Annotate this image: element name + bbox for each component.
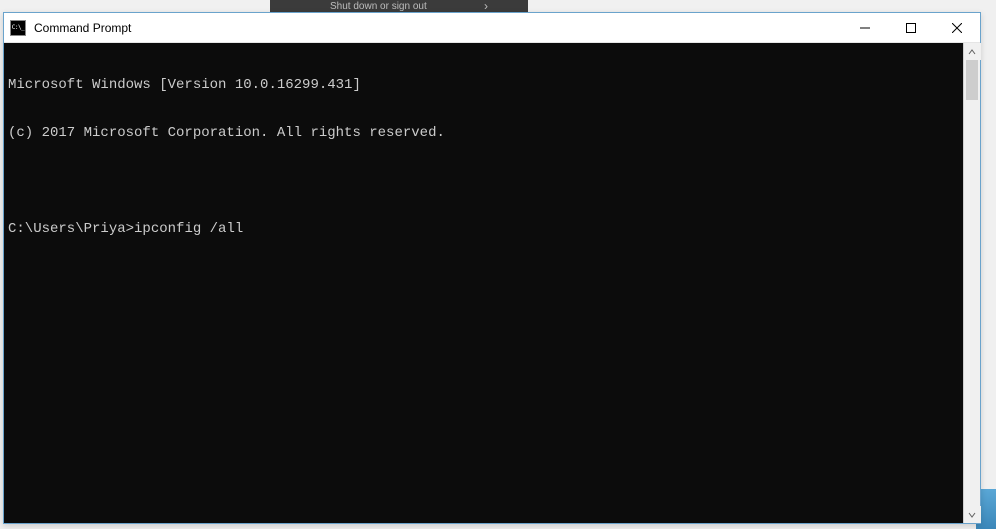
cmd-icon (10, 20, 26, 36)
minimize-button[interactable] (842, 13, 888, 42)
terminal-prompt: C:\Users\Priya> (8, 221, 134, 237)
titlebar[interactable]: Command Prompt (4, 13, 980, 43)
terminal-command: ipconfig /all (134, 221, 243, 237)
command-prompt-window: Command Prompt Microsoft Windows [Versio… (3, 12, 981, 524)
window-controls (842, 13, 980, 42)
terminal-blank-line (8, 173, 959, 189)
client-area: Microsoft Windows [Version 10.0.16299.43… (4, 43, 980, 523)
terminal-line: (c) 2017 Microsoft Corporation. All righ… (8, 125, 959, 141)
background-start-menu-item: Shut down or sign out › (270, 0, 528, 12)
window-title: Command Prompt (34, 21, 131, 35)
background-menu-label: Shut down or sign out (330, 1, 427, 12)
terminal-output[interactable]: Microsoft Windows [Version 10.0.16299.43… (4, 43, 963, 523)
scroll-up-button[interactable] (964, 43, 981, 60)
close-button[interactable] (934, 13, 980, 42)
scrollbar-thumb[interactable] (966, 60, 978, 100)
vertical-scrollbar[interactable] (963, 43, 980, 523)
terminal-line: Microsoft Windows [Version 10.0.16299.43… (8, 77, 959, 93)
maximize-button[interactable] (888, 13, 934, 42)
terminal-prompt-line: C:\Users\Priya>ipconfig /all (8, 221, 959, 237)
scrollbar-track[interactable] (964, 60, 980, 506)
scroll-down-button[interactable] (964, 506, 981, 523)
